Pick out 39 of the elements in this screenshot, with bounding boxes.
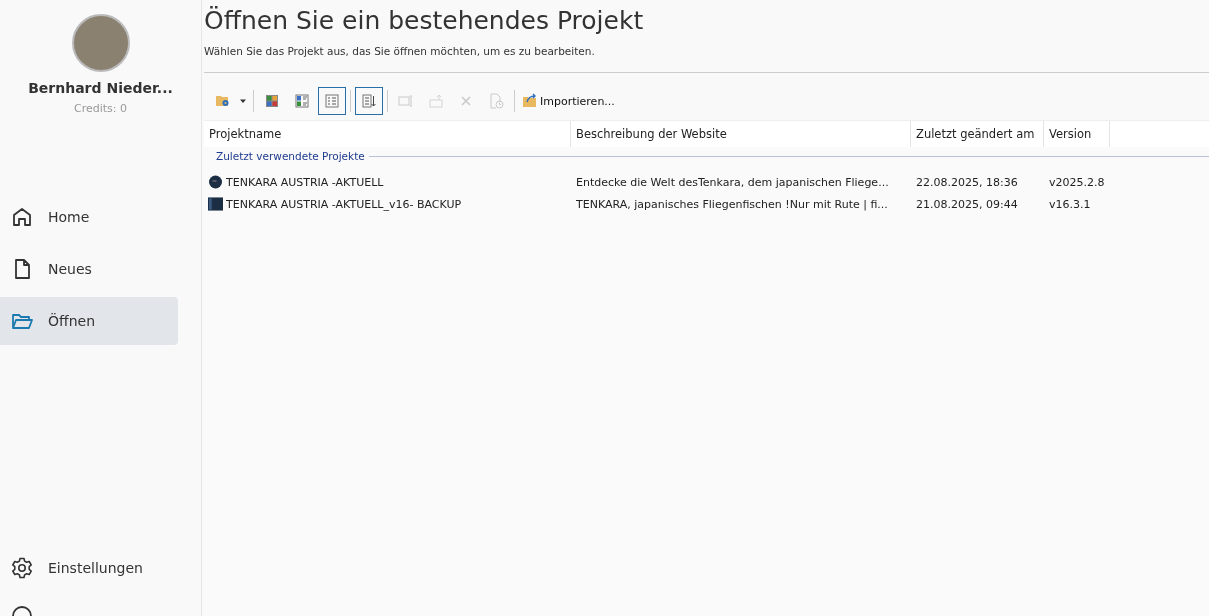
nav-item[interactable]: Home <box>0 193 178 241</box>
table-cell-text: v16.3.1 <box>1048 197 1092 211</box>
column-header[interactable]: Version <box>1044 121 1110 147</box>
settings-icon <box>10 556 34 580</box>
preview-icon <box>398 93 414 109</box>
sort-icon <box>361 93 377 109</box>
export-icon <box>428 93 444 109</box>
page-title: Öffnen Sie ein bestehendes Projekt <box>204 6 645 35</box>
table-cell-text: 22.08.2025, 18:36 <box>915 175 1019 189</box>
project-name[interactable]: TENKARA AUSTRIA -AKTUELL <box>226 175 384 189</box>
toolbar-button[interactable] <box>355 87 383 115</box>
column-header[interactable]: Beschreibung der Website <box>571 121 911 147</box>
details-view-icon <box>294 93 310 109</box>
credits-label: Credits: 0 <box>74 102 127 115</box>
column-header[interactable]: Zuletzt geändert am <box>911 121 1044 147</box>
table-cell-text: 21.08.2025, 09:44 <box>915 197 1019 211</box>
table-cell-text: v2025.2.8 <box>1048 175 1106 189</box>
toolbar-button[interactable] <box>318 87 346 115</box>
nav-item[interactable]: Öffnen <box>0 297 178 345</box>
project-name[interactable]: TENKARA AUSTRIA -AKTUELL_v16- BACKUP <box>226 197 462 211</box>
table-cell-text: Entdecke die Welt desTenkara, dem japanischen Fliege... <box>575 175 890 189</box>
folder-gear-icon <box>215 93 231 109</box>
nav-item[interactable]: Neues <box>0 245 178 293</box>
nav-item[interactable]: Einstellungen <box>0 544 178 592</box>
table-cell-text: TENKARA, japanisches Fliegenfischen !Nur mit Rute | fi... <box>575 197 889 211</box>
tiles-icon <box>264 93 280 109</box>
group-header: Zuletzt verwendete Projekte <box>216 150 365 162</box>
site-thumbnail-icon <box>208 197 223 211</box>
user-name: Bernhard Nieder... <box>28 80 173 96</box>
caret-icon[interactable] <box>239 97 247 105</box>
import-button[interactable]: Importieren... <box>519 87 618 115</box>
folder-import-icon <box>522 93 538 109</box>
list-view-icon <box>324 93 340 109</box>
page-subtitle: Wählen Sie das Projekt aus, das Sie öffnen möchten, um es zu bearbeiten. <box>204 45 596 57</box>
document-clock-icon <box>488 93 504 109</box>
site-thumbnail-icon <box>208 175 223 189</box>
avatar-placeholder <box>71 14 130 72</box>
column-header[interactable]: Projektname <box>204 121 571 147</box>
home-icon <box>10 205 34 229</box>
